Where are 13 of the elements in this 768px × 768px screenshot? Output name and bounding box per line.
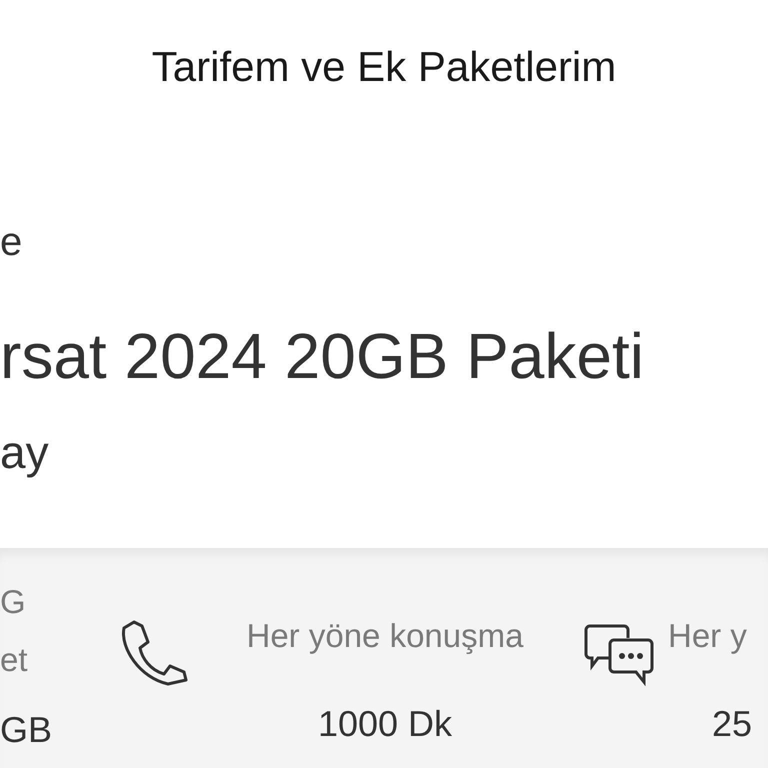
feature-value: 25 [712, 702, 752, 746]
phone-icon [120, 618, 190, 688]
chat-icon [584, 624, 654, 686]
feature-label: Her yöne konuşma [246, 616, 524, 656]
feature-label: et [0, 640, 28, 680]
feature-label: G [0, 582, 26, 622]
tariff-period: ay [0, 425, 50, 480]
page-title: Tarifem ve Ek Paketlerim [152, 43, 616, 92]
feature-value: GB [0, 708, 52, 752]
feature-label: Her y [668, 616, 747, 656]
tariff-label: e [0, 219, 24, 266]
feature-value: 1000 Dk [318, 702, 452, 746]
tariff-name: rsat 2024 20GB Paketi [0, 319, 645, 394]
